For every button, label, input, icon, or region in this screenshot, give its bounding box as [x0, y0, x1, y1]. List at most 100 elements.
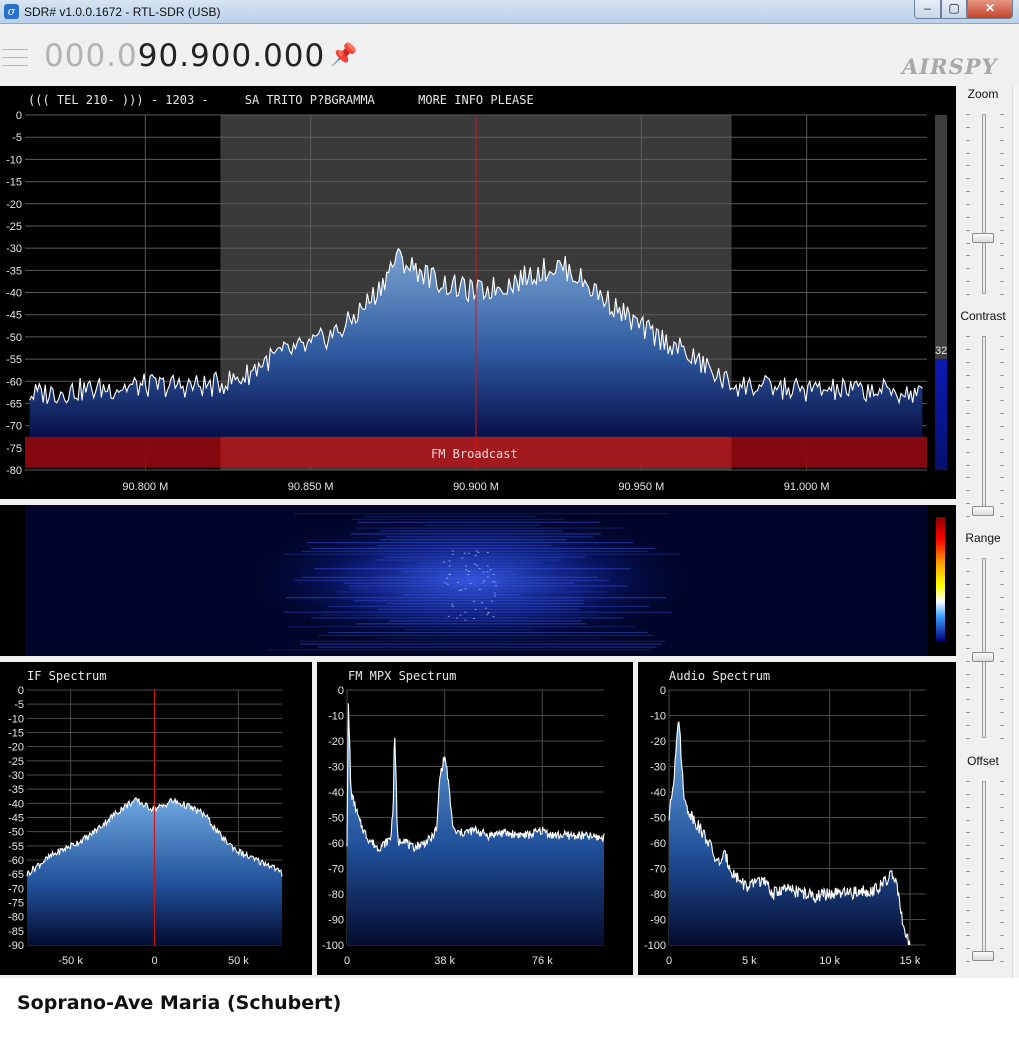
- contrast-track[interactable]: [982, 336, 986, 516]
- slider-tick: [966, 191, 970, 193]
- waterfall-sparkle: [447, 615, 450, 617]
- slider-tick: [966, 336, 970, 337]
- audio-spectrum-canvas[interactable]: 0-10-20-30-40-50-60-70-80-90-1000 5 k 10 k…: [638, 662, 956, 975]
- range-track[interactable]: [982, 558, 986, 738]
- slider-tick: [1000, 229, 1004, 231]
- slider-tick: [1000, 477, 1004, 479]
- slider-tick: [966, 699, 970, 701]
- mpx-spectrum-canvas[interactable]: 0-10-20-30-40-50-60-70-80-90-1000 38 k 76 …: [317, 662, 633, 975]
- slider-tick: [966, 400, 970, 402]
- spectrum-trace: [346, 703, 605, 853]
- waterfall-line: [327, 605, 650, 607]
- band-label: FM Broadcast: [431, 447, 518, 461]
- menu-handle-icon[interactable]: [2, 42, 28, 72]
- y-tick-label: 0: [16, 110, 22, 122]
- slider-tick: [1000, 464, 1004, 466]
- sdrsharp-logo-icon: σ: [4, 4, 19, 19]
- waterfall-line: [311, 617, 624, 619]
- y-tick-label: -30: [328, 762, 344, 774]
- waterfall-colormap: [936, 517, 945, 641]
- waterfall-sparkle: [486, 571, 489, 573]
- waterfall-line: [294, 513, 669, 515]
- vertical-scrollbar[interactable]: [1012, 86, 1019, 978]
- slider-tick: [966, 374, 970, 376]
- waterfall-line: [338, 591, 608, 593]
- waterfall-sparkle: [484, 607, 487, 609]
- slider-tick: [966, 426, 970, 427]
- mpx-spectrum-title: FM MPX Spectrum: [348, 669, 457, 683]
- if-spectrum-panel[interactable]: 0 -5 -10 -15 -20 -25 -30 -35 -40 -45 -50 -55 -60 -65 -…: [0, 662, 312, 975]
- waterfall-line: [402, 571, 514, 573]
- slider-tick: [966, 883, 970, 885]
- waterfall-sparkle: [491, 600, 494, 602]
- slider-tick: [1000, 883, 1004, 885]
- waterfall-line: [317, 646, 657, 648]
- waterfall-sparkle: [472, 617, 475, 619]
- y-tick-label: -40: [650, 787, 666, 799]
- slider-tick: [966, 961, 970, 962]
- waterfall-line: [375, 559, 562, 561]
- waterfall-sparkle: [446, 577, 449, 579]
- x-tick-label: 5 k: [742, 955, 757, 967]
- waterfall-line: [284, 553, 680, 555]
- y-tick-label: -35: [6, 265, 22, 277]
- x-tick-label: 91.000 M: [784, 481, 830, 493]
- slider-tick: [966, 114, 970, 115]
- x-tick-label: -50 k: [58, 955, 83, 967]
- waterfall-sparkle: [465, 565, 468, 567]
- waterfall-display[interactable]: [0, 505, 956, 656]
- slider-tick: [1000, 622, 1004, 624]
- y-tick-label: -20: [6, 199, 22, 211]
- waterfall-sparkle: [476, 564, 479, 566]
- waterfall-sparkle: [478, 588, 481, 590]
- offset-track[interactable]: [982, 781, 986, 961]
- frequency-display[interactable]: 000.090.900.000: [44, 38, 325, 74]
- if-spectrum-canvas[interactable]: 0 -5 -10 -15 -20 -25 -30 -35 -40 -45 -50 -55 -60 -65 -…: [0, 662, 312, 975]
- slider-tick: [1000, 178, 1004, 180]
- waterfall-line: [402, 594, 521, 596]
- slider-tick: [1000, 871, 1004, 872]
- zoom-slider[interactable]: [972, 233, 994, 243]
- pin-icon[interactable]: 📌: [330, 42, 357, 68]
- x-tick-label: 0: [151, 955, 157, 967]
- spectrum-analyzer[interactable]: 0 -5 -10 -15 -20 -25 -30 -35 -40 -45 -50 -55 -60 -65 -…: [0, 86, 956, 499]
- waterfall-sparkle: [493, 592, 496, 594]
- waterfall-line: [352, 518, 565, 520]
- maximize-button[interactable]: ▢: [941, 0, 967, 19]
- x-tick-label: 10 k: [819, 955, 840, 967]
- minimize-button[interactable]: ‒: [914, 0, 941, 19]
- slider-tick: [966, 152, 970, 154]
- y-tick-label: -35: [8, 784, 24, 796]
- waterfall-line: [349, 588, 568, 590]
- close-button[interactable]: ✕: [967, 0, 1013, 19]
- slider-tick: [1000, 490, 1004, 492]
- slider-tick: [1000, 935, 1004, 937]
- waterfall-line: [286, 597, 666, 599]
- waterfall-sparkle: [448, 573, 451, 575]
- audio-spectrum-panel[interactable]: 0 -10 -20 -30 -40 -50 -60 -70 -80 -90 -100 0 5 k 10 k…: [638, 662, 956, 975]
- frequency-leading-digits[interactable]: 000.0: [44, 38, 138, 74]
- contrast-slider[interactable]: [972, 506, 994, 516]
- if-spectrum-title: IF Spectrum: [27, 669, 107, 683]
- waterfall-sparkle: [467, 574, 470, 576]
- y-tick-label: -55: [8, 841, 24, 853]
- slider-tick: [1000, 503, 1004, 505]
- range-slider[interactable]: [972, 651, 994, 662]
- frequency-digits[interactable]: 90.900.000: [138, 38, 326, 74]
- waterfall-line: [389, 620, 582, 622]
- waterfall-canvas[interactable]: [0, 505, 956, 656]
- slider-tick: [1000, 361, 1004, 363]
- waterfall-sparkle: [458, 590, 461, 592]
- offset-slider[interactable]: [972, 951, 994, 961]
- waterfall-line: [405, 565, 557, 567]
- y-tick-label: -50: [650, 813, 666, 825]
- slider-tick: [1000, 922, 1004, 924]
- waterfall-sparkle: [448, 560, 451, 562]
- spectrum-canvas[interactable]: 0 -5 -10 -15 -20 -25 -30 -35 -40 -45 -50 -55 -60 -65 -…: [0, 86, 956, 499]
- zoom-track[interactable]: [982, 114, 986, 294]
- waterfall-line: [426, 524, 541, 526]
- slider-tick: [966, 948, 970, 950]
- waterfall-line: [288, 626, 636, 628]
- waterfall-sparkle: [465, 569, 468, 571]
- mpx-spectrum-panel[interactable]: 0 -10 -20 -30 -40 -50 -60 -70 -80 -90 -100 0 38 k 76 …: [317, 662, 633, 975]
